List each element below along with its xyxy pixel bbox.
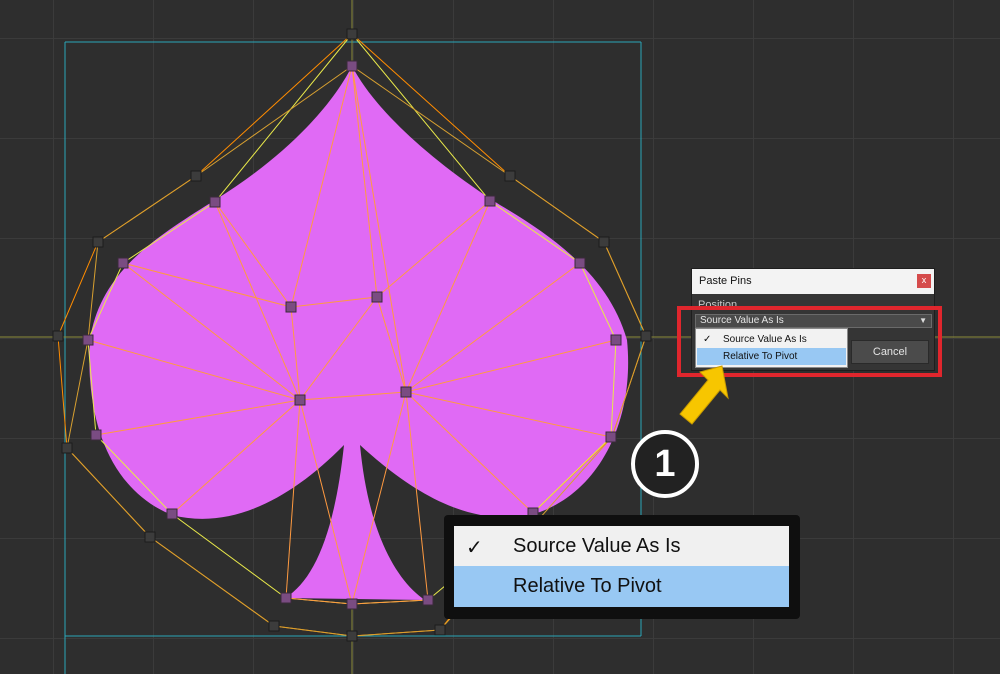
zoomed-option-relative-to-pivot: Relative To Pivot — [454, 566, 789, 607]
zoomed-dropdown-callout: ✓ Source Value As Is Relative To Pivot — [444, 515, 800, 619]
dialog-title: Paste Pins — [699, 275, 752, 287]
zoomed-option-source-value: ✓ Source Value As Is — [454, 526, 789, 566]
check-icon: ✓ — [466, 537, 483, 559]
dialog-titlebar[interactable]: Paste Pins x — [692, 269, 934, 294]
step-number-badge: 1 — [631, 430, 699, 498]
callout-arrow-icon — [679, 365, 729, 425]
close-icon[interactable]: x — [917, 274, 931, 288]
zoomed-option-label: Relative To Pivot — [513, 575, 662, 597]
zoomed-dropdown-list: ✓ Source Value As Is Relative To Pivot — [454, 526, 789, 607]
zoomed-option-label: Source Value As Is — [513, 535, 681, 557]
